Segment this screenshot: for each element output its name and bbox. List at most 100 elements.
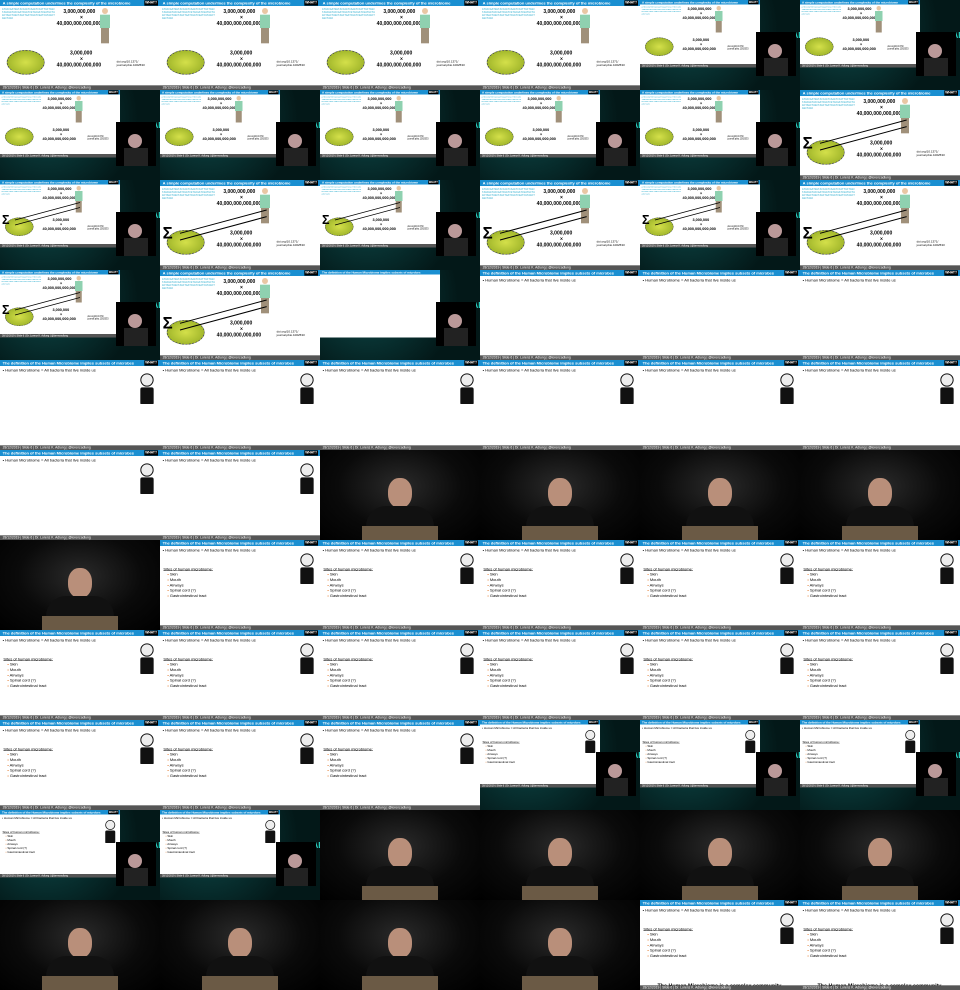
count-bacterial-cells: 40,000,000,000,000 [376,61,422,68]
human-torso [235,101,243,111]
thumbnail-comp_sum: A simple computation underlines the comp… [320,180,480,270]
multiply-sign: × [79,55,83,62]
definition-slide: The definition of the Human Microbiome i… [0,810,122,878]
definition-bullet: • Human Microbiome = All bacteria that l… [162,547,256,553]
speaker-camera-inset [436,302,476,346]
human-torso [419,14,430,28]
speaker-body [924,58,948,76]
site-item: Skin [643,572,693,577]
cartoon-head [940,553,954,567]
cartoon-head [300,373,314,387]
lectern [842,886,918,900]
connector-line [179,216,267,241]
slide-footer: 28/12/2019 | Slide 6 | Dr. Lorenz K. Adl… [480,154,602,158]
human-legs [715,21,722,33]
sites-header: Sites of human microbiome: [482,740,520,744]
slide-footer: 28/12/2019 | Slide 6 | Dr. Lorenz K. Adl… [160,874,282,878]
site-item: Spinal cord (?) [643,756,680,760]
bacterium-illustration [325,127,354,146]
definition-bullet: • Human Microbiome = All bacteria that l… [2,637,96,643]
speaker-camera-inset [116,302,156,346]
thumbnail-comp_sum: A simple computation underlines the comp… [480,180,640,270]
microbiome-sites-list: Sites of human microbiome:SkinMouthAirwa… [803,656,853,689]
connector-lines [14,202,81,226]
bacterium-illustration [805,37,834,56]
connector-line [654,202,721,221]
slide-title-bar: The definition of the Human Microbiome i… [320,720,480,726]
computation-slide: A simple computation underlines the comp… [160,180,320,270]
connector-line [819,126,907,151]
reference-doi: doi.org/10.1371/ journal.pbio.1002533 [407,135,429,140]
what-tag: WHAT? [748,90,759,95]
site-item: Gastrointestinal tract [323,773,373,778]
what-tag: WHAT? [304,540,318,546]
microbiome-sites-list: Sites of human microbiome:SkinMouthAirwa… [803,926,853,959]
multiply-sign: × [239,55,243,62]
lectern [42,976,118,990]
count-human-cells: 40,000,000,000,000 [42,105,76,110]
speaker-camera-inset [276,122,316,166]
definition-bullet: • Human Microbiome = All bacteria that l… [482,547,576,553]
site-item: Gastrointestinal tract [803,760,840,764]
speaker-camera-inset [756,752,796,796]
computation-slide: A simple computation underlines the comp… [0,270,122,338]
count-human-cells: 40,000,000,000,000 [682,105,716,110]
human-head [556,96,561,101]
thumbnail-sites: The definition of the Human Microbiome i… [160,540,320,630]
speaker-head [928,764,942,778]
slide-title-bar: The definition of the Human Microbiome i… [160,540,320,546]
site-item: Spinal cord (?) [643,588,693,593]
reference-doi: doi.org/10.1371/ journal.pbio.1002533 [887,45,909,50]
cartoon-head [300,733,314,747]
site-item: Skin [163,834,200,838]
speaker-head [288,854,302,868]
microbiome-sites-list: Sites of human microbiome:SkinMouthAirwa… [483,566,533,599]
speaker-body [764,148,788,166]
thumbnail-speaker [320,450,480,540]
thumbnail-comp_sum: A simple computation underlines the comp… [160,270,320,360]
cartoon-character [265,820,277,843]
thumbnail-comp_cam: A simple computation underlines the comp… [640,0,800,90]
cartoon-body [620,387,634,404]
human-illustration [259,7,270,45]
connector-line [14,207,81,226]
speaker-head [388,838,412,868]
cartoon-body [300,747,314,764]
cartoon-head [460,733,474,747]
thumbnail-def: The definition of the Human Microbiome i… [480,270,640,360]
microbiome-sites-list: Sites of human microbiome:SkinMouthAirwa… [3,656,53,689]
speaker-head [768,224,782,238]
lectern [522,526,598,540]
speaker-camera-inset [916,32,956,76]
slide-title-bar: The definition of the Human Microbiome i… [800,360,960,366]
slide-footer: 28/12/2019 | Slide 6 | Dr. Lorenz K. Adl… [800,64,922,68]
human-head [236,96,241,101]
cartoon-character [585,730,597,753]
definition-bullet: • Human Microbiome = All bacteria that l… [642,907,736,913]
site-item: Mouth [163,838,200,842]
slide-title-bar: A simple computation underlines the comp… [800,0,920,5]
what-tag: WHAT? [588,720,599,725]
definition-slide: The definition of the Human Microbiome i… [800,540,960,630]
definition-bullet: • Human Microbiome = All bacteria that l… [322,547,416,553]
cartoon-head [905,730,916,740]
speaker-body [764,58,788,76]
human-legs [395,111,402,123]
thumbnail-sites_cam: The definition of the Human Microbiome i… [480,720,640,810]
connector-lines [179,209,267,241]
speaker-head [448,224,462,238]
connector-lines [14,292,81,316]
definition-bullet: • Human Microbiome = All bacteria that l… [802,547,896,553]
slide-title-bar: A simple computation underlines the comp… [160,0,320,6]
definition-bullet: • Human Microbiome = All bacteria that l… [642,277,736,283]
speaker-head [608,134,622,148]
speaker-body [124,238,148,256]
what-tag: WHAT? [464,360,478,366]
site-item: Spinal cord (?) [483,678,533,683]
speaker-head [928,44,942,58]
site-item: Spinal cord (?) [803,678,853,683]
site-item: Gastrointestinal tract [163,683,213,688]
connector-line [14,202,81,221]
site-item: Skin [323,752,373,757]
cartoon-body [620,657,634,674]
